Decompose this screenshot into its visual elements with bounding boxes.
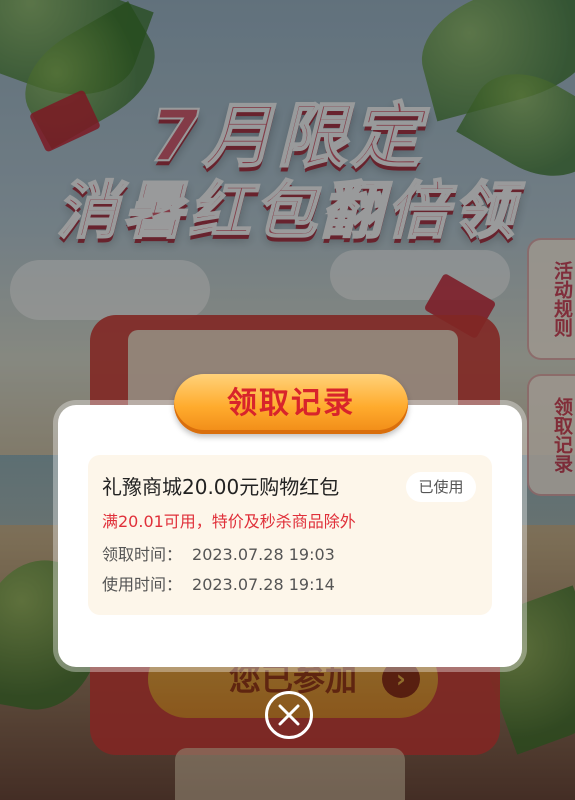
use-time-row: 使用时间： 2023.07.28 19:14: [102, 571, 335, 595]
record-title: 礼豫商城20.00元购物红包: [102, 475, 340, 499]
modal-title: 领取记录: [174, 374, 408, 434]
use-time-label: 使用时间：: [102, 575, 183, 594]
activity-page: 7月限定 消暑红包翻倍领 活动规则 领取记录 您已参加 › 领取记录 礼豫商城2…: [0, 0, 575, 800]
close-button[interactable]: [265, 691, 313, 739]
record-condition: 满20.01可用，特价及秒杀商品除外: [102, 512, 356, 531]
status-badge: 已使用: [406, 472, 476, 502]
receive-time-label: 领取时间：: [102, 545, 183, 564]
receive-time-row: 领取时间： 2023.07.28 19:03: [102, 541, 335, 565]
close-icon: [278, 704, 300, 726]
use-time-value: 2023.07.28 19:14: [192, 575, 335, 594]
receive-time-value: 2023.07.28 19:03: [192, 545, 335, 564]
